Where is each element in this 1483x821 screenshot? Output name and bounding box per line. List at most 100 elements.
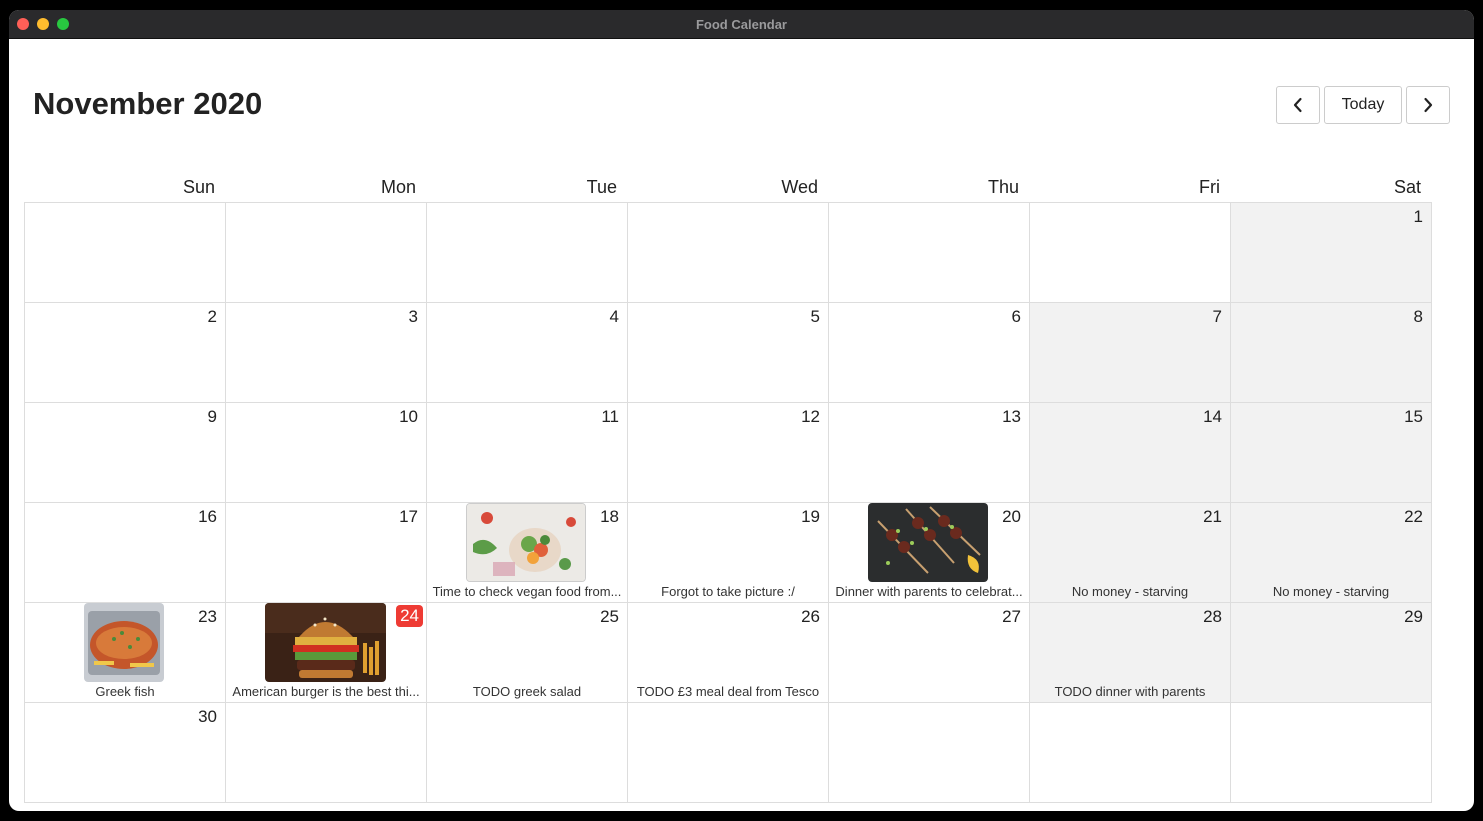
empty-day-cell — [829, 703, 1030, 803]
day-number: 7 — [1212, 307, 1222, 326]
day-cell-28[interactable]: 28 TODO dinner with parents — [1030, 603, 1231, 703]
day-cell-9[interactable]: 9 — [25, 403, 226, 503]
meal-caption: TODO dinner with parents — [1054, 684, 1206, 699]
empty-day-cell — [427, 703, 628, 803]
meal-caption: Greek fish — [95, 684, 155, 699]
empty-day-cell — [628, 703, 829, 803]
day-number: 10 — [399, 407, 418, 426]
salad-photo[interactable] — [466, 503, 586, 582]
day-cell-6[interactable]: 6 — [829, 303, 1030, 403]
day-number: 16 — [198, 507, 217, 526]
day-number: 13 — [1002, 407, 1021, 426]
empty-day-cell — [1030, 703, 1231, 803]
meal-caption: Dinner with parents to celebrat... — [835, 584, 1023, 599]
day-cell-18[interactable]: 18 Time to check vegan food from... — [427, 503, 628, 603]
day-cell-10[interactable]: 10 — [226, 403, 427, 503]
day-cell-29[interactable]: 29 — [1231, 603, 1432, 703]
day-cell-11[interactable]: 11 — [427, 403, 628, 503]
day-number: 23 — [198, 607, 217, 626]
previous-month-button[interactable] — [1276, 86, 1320, 124]
day-number: 15 — [1404, 407, 1423, 426]
day-cell-4[interactable]: 4 — [427, 303, 628, 403]
meal-caption: TODO greek salad — [472, 684, 582, 699]
day-number: 8 — [1413, 307, 1423, 326]
day-number: 25 — [600, 607, 619, 626]
day-number: 18 — [600, 507, 619, 526]
day-cell-21[interactable]: 21 No money - starving — [1030, 503, 1231, 603]
day-number: 5 — [810, 307, 820, 326]
day-cell-25[interactable]: 25 TODO greek salad — [427, 603, 628, 703]
day-cell-27[interactable]: 27 — [829, 603, 1030, 703]
title-bar: Food Calendar — [9, 10, 1474, 39]
day-number: 26 — [801, 607, 820, 626]
day-number: 4 — [609, 307, 619, 326]
day-number: 14 — [1203, 407, 1222, 426]
day-cell-16[interactable]: 16 — [25, 503, 226, 603]
day-number: 9 — [207, 407, 217, 426]
day-number: 28 — [1203, 607, 1222, 626]
day-number: 19 — [801, 507, 820, 526]
day-cell-30[interactable]: 30 — [25, 703, 226, 803]
day-cell-13[interactable]: 13 — [829, 403, 1030, 503]
day-number: 20 — [1002, 507, 1021, 526]
day-number: 3 — [408, 307, 418, 326]
empty-day-cell — [1030, 203, 1231, 303]
day-number: 22 — [1404, 507, 1423, 526]
day-number: 29 — [1404, 607, 1423, 626]
day-cell-22[interactable]: 22 No money - starving — [1231, 503, 1432, 603]
empty-day-cell — [1231, 703, 1432, 803]
day-number: 2 — [207, 307, 217, 326]
day-cell-17[interactable]: 17 — [226, 503, 427, 603]
day-cell-24[interactable]: 24 American burger is the best thi... — [226, 603, 427, 703]
day-cell-2[interactable]: 2 — [25, 303, 226, 403]
fish-photo[interactable] — [84, 603, 164, 682]
meal-caption: Time to check vegan food from... — [432, 584, 622, 599]
day-cell-23[interactable]: 23 Greek fish — [25, 603, 226, 703]
app-window: Food Calendar November 2020 Today Sun Mon… — [9, 10, 1474, 811]
skewers-photo[interactable] — [868, 503, 988, 582]
weekday-header-sat: Sat — [1393, 177, 1421, 197]
meal-caption: American burger is the best thi... — [232, 684, 420, 699]
meal-caption: No money - starving — [1071, 584, 1189, 599]
meal-caption: No money - starving — [1272, 584, 1390, 599]
day-number: 21 — [1203, 507, 1222, 526]
day-cell-26[interactable]: 26 TODO £3 meal deal from Tesco — [628, 603, 829, 703]
empty-day-cell — [829, 203, 1030, 303]
chevron-right-icon — [1424, 97, 1433, 113]
meal-caption: TODO £3 meal deal from Tesco — [636, 684, 820, 699]
empty-day-cell — [226, 703, 427, 803]
today-button[interactable]: Today — [1324, 86, 1402, 124]
day-number: 30 — [198, 707, 217, 726]
burger-photo[interactable] — [265, 603, 386, 682]
day-number: 1 — [1413, 207, 1423, 226]
day-cell-8[interactable]: 8 — [1231, 303, 1432, 403]
day-cell-7[interactable]: 7 — [1030, 303, 1231, 403]
day-cell-20[interactable]: 20 Dinner with parents to celebrat... — [829, 503, 1030, 603]
weekday-header-fri: Fri — [1199, 177, 1220, 197]
today-day-number: 24 — [396, 605, 423, 627]
empty-day-cell — [427, 203, 628, 303]
weekday-header-wed: Wed — [781, 177, 818, 197]
window-title: Food Calendar — [695, 17, 787, 32]
day-number: 6 — [1011, 307, 1021, 326]
weekday-header-mon: Mon — [380, 177, 416, 197]
day-number: 12 — [801, 407, 820, 426]
day-cell-1[interactable]: 1 — [1231, 203, 1432, 303]
next-month-button[interactable] — [1406, 86, 1450, 124]
day-cell-14[interactable]: 14 — [1030, 403, 1231, 503]
day-cell-5[interactable]: 5 — [628, 303, 829, 403]
day-cell-3[interactable]: 3 — [226, 303, 427, 403]
chevron-left-icon — [1293, 97, 1302, 113]
day-number: 11 — [601, 407, 619, 426]
day-cell-19[interactable]: 19 Forgot to take picture :/ — [628, 503, 829, 603]
weekday-header-tue: Tue — [586, 177, 617, 197]
calendar-grid: 1 2 3 4 5 6 7 8 9 10 11 12 13 14 15 16 17 18 Time to check… — [24, 202, 1432, 803]
day-number: 17 — [399, 507, 418, 526]
day-cell-12[interactable]: 12 — [628, 403, 829, 503]
empty-day-cell — [226, 203, 427, 303]
empty-day-cell — [628, 203, 829, 303]
month-title: November 2020 — [33, 86, 263, 121]
day-cell-15[interactable]: 15 — [1231, 403, 1432, 503]
empty-day-cell — [25, 203, 226, 303]
weekday-header-sun: Sun — [182, 177, 215, 197]
